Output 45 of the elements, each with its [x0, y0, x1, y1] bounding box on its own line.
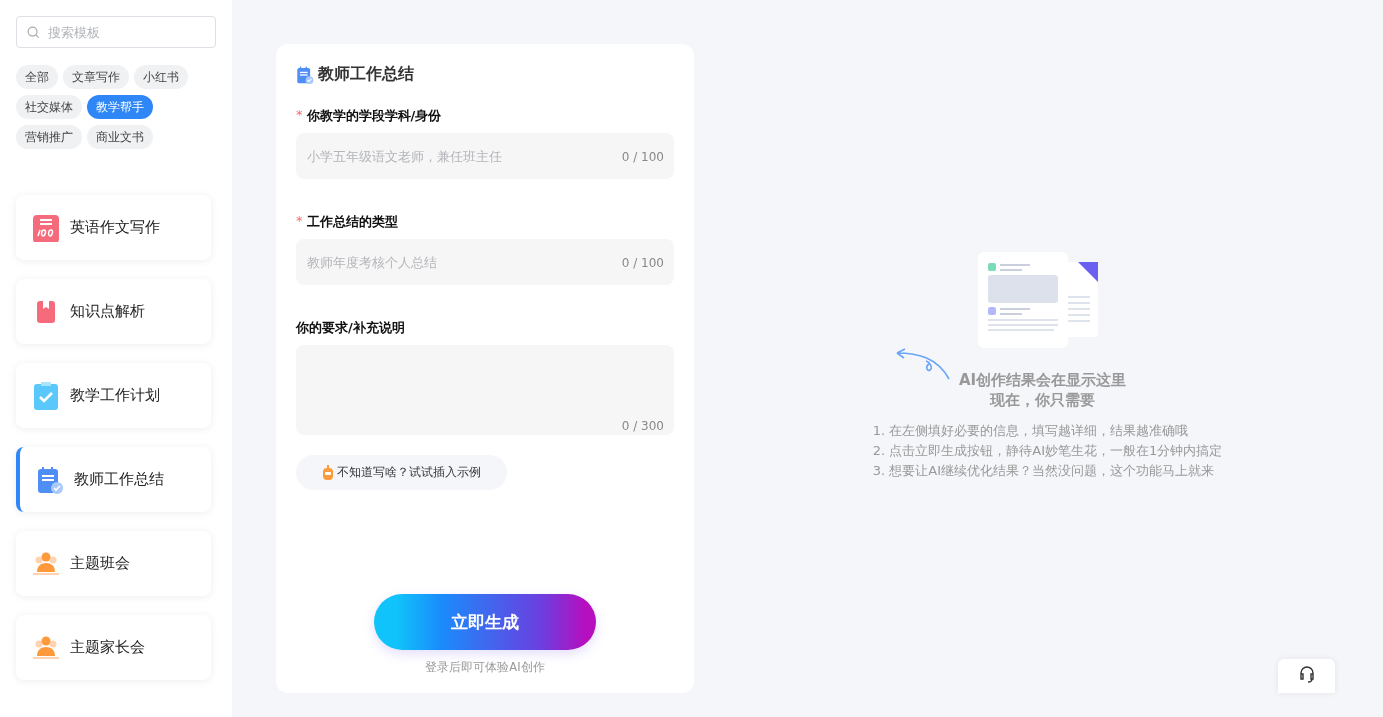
result-placeholder-title: 现在，你只需要: [988, 390, 1096, 410]
notepad-check-icon: [36, 465, 64, 494]
category-tag[interactable]: 商业文书: [87, 125, 153, 149]
template-card[interactable]: 英语作文写作: [16, 195, 211, 260]
required-asterisk: *: [296, 107, 303, 124]
category-tag[interactable]: 社交媒体: [16, 95, 82, 119]
template-card[interactable]: 教学工作计划: [16, 363, 211, 428]
login-hint: 登录后即可体验AI创作: [425, 660, 545, 675]
template-card[interactable]: 知识点解析: [16, 279, 211, 344]
category-tag[interactable]: 小红书: [134, 65, 188, 89]
template-card[interactable]: 教师工作总结: [16, 447, 211, 512]
instruction-step: 1. 在左侧填好必要的信息，填写越详细，结果越准确哦: [872, 422, 1223, 440]
search-field[interactable]: 搜索模板: [16, 16, 216, 48]
generate-button[interactable]: 立即生成: [374, 594, 596, 650]
category-tag[interactable]: 教学帮手: [87, 95, 153, 119]
headset-icon: [1297, 665, 1316, 683]
category-tag[interactable]: 文章写作: [63, 65, 129, 89]
category-tag[interactable]: 营销推广: [16, 125, 82, 149]
field-label: 你的要求/补充说明: [296, 319, 405, 337]
template-card[interactable]: 主题家长会: [16, 615, 211, 680]
required-asterisk: *: [296, 213, 303, 230]
score-notebook-icon: [32, 213, 60, 242]
notepad-check-icon: [296, 65, 314, 84]
robot-icon: [322, 464, 334, 481]
template-label: 教师工作总结: [74, 470, 164, 489]
clipboard-check-icon: [32, 381, 60, 410]
category-tag[interactable]: 全部: [16, 65, 58, 89]
char-counter: 0 / 100: [621, 150, 664, 164]
insert-example-button[interactable]: 不知道写啥？试试插入示例: [296, 455, 507, 490]
field-label: 工作总结的类型: [306, 213, 398, 231]
template-label: 主题班会: [70, 554, 130, 573]
form-title: 教师工作总结: [318, 64, 414, 85]
char-counter: 0 / 100: [621, 256, 664, 270]
customer-service-button[interactable]: [1278, 659, 1335, 693]
template-label: 教学工作计划: [70, 386, 160, 405]
template-label: 英语作文写作: [70, 218, 160, 237]
result-placeholder-title: AI创作结果会在显示这里: [958, 370, 1127, 390]
template-label: 知识点解析: [70, 302, 145, 321]
template-card[interactable]: 主题班会: [16, 531, 211, 596]
instruction-step: 3. 想要让AI继续优化结果？当然没问题，这个功能马上就来: [872, 462, 1223, 480]
curly-arrow-icon: [894, 348, 951, 380]
template-label: 主题家长会: [70, 638, 145, 657]
field-label: 你教学的学段学科/身份: [306, 107, 442, 125]
search-icon: [27, 26, 40, 39]
char-counter: 0 / 300: [621, 419, 664, 433]
